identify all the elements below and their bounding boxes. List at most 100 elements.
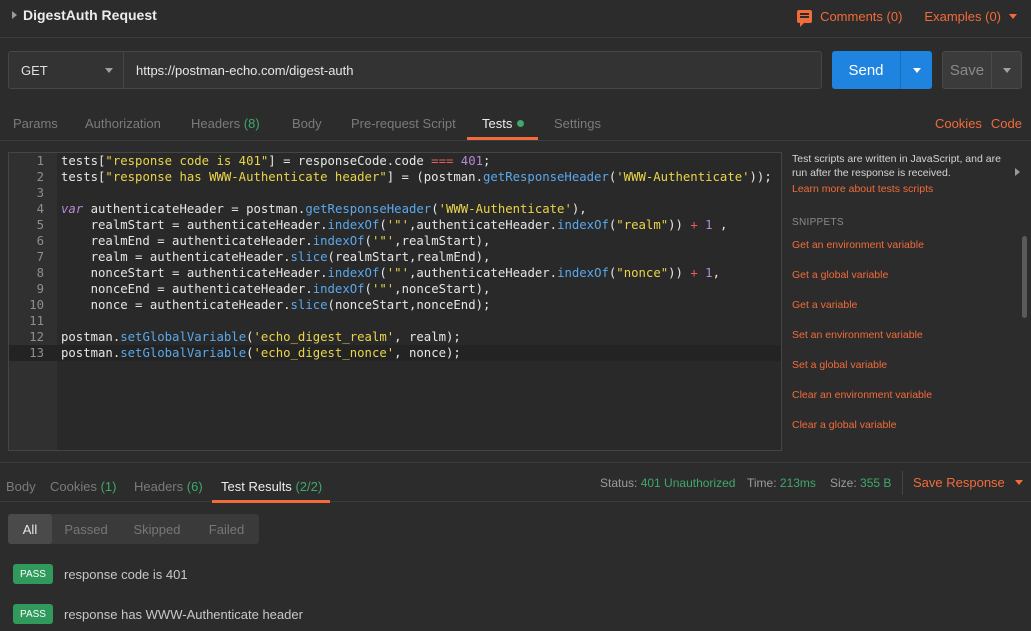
collapse-panel-icon[interactable] xyxy=(1015,168,1020,176)
code-link[interactable]: Code xyxy=(991,116,1022,131)
filter-failed[interactable]: Failed xyxy=(194,514,259,544)
tests-description: Test scripts are written in JavaScript, … xyxy=(792,153,1001,179)
line-number: 10 xyxy=(29,298,44,312)
test-script-editor[interactable]: 1 tests["response code is 401"] = respons… xyxy=(8,152,782,451)
response-tab-test-results-label: Test Results xyxy=(221,479,292,494)
tab-headers-count: (8) xyxy=(243,116,260,131)
method-select[interactable]: GET xyxy=(9,52,124,88)
snippet-item[interactable]: Get a global variable xyxy=(792,260,1028,290)
caret-right-icon xyxy=(12,11,17,19)
line-number: 8 xyxy=(36,266,44,280)
examples-label: Examples (0) xyxy=(924,9,1001,24)
code-line[interactable]: 10 nonce = authenticateHeader.slice(nonc… xyxy=(9,297,781,313)
save-options-button[interactable] xyxy=(991,52,1021,88)
comments-button[interactable]: Comments (0) xyxy=(797,9,902,27)
code-line[interactable]: 11 xyxy=(9,313,781,329)
response-tabs: Body Cookies (1) Headers (6) Test Result… xyxy=(0,462,1031,503)
code-line[interactable]: 2 tests["response has WWW-Authenticate he… xyxy=(9,169,781,185)
examples-dropdown[interactable]: Examples (0) xyxy=(924,9,1017,24)
code-line[interactable]: 9 nonceEnd = authenticateHeader.indexOf(… xyxy=(9,281,781,297)
line-number: 5 xyxy=(36,218,44,232)
time-readout: Time: 213ms xyxy=(747,476,816,490)
line-number: 2 xyxy=(36,170,44,184)
tab-headers[interactable]: Headers (8) xyxy=(191,116,260,131)
response-tab-test-results-count: (2/2) xyxy=(295,479,323,494)
snippet-item[interactable]: Clear a global variable xyxy=(792,410,1028,440)
code-line[interactable]: 7 realm = authenticateHeader.slice(realm… xyxy=(9,249,781,265)
line-number: 13 xyxy=(29,346,44,360)
url-input[interactable] xyxy=(124,52,821,88)
request-title-bar: DigestAuth Request Comments (0) Examples… xyxy=(0,0,1031,38)
filter-all[interactable]: All xyxy=(8,514,52,544)
code-line[interactable]: 4 var authenticateHeader = postman.getRes… xyxy=(9,201,781,217)
code-line[interactable]: 6 realmEnd = authenticateHeader.indexOf(… xyxy=(9,233,781,249)
status-dot-icon xyxy=(517,120,525,127)
cookies-link[interactable]: Cookies xyxy=(935,116,982,131)
comment-icon xyxy=(797,10,813,27)
response-tab-headers-count: (6) xyxy=(186,479,203,494)
snippet-item[interactable]: Get an environment variable xyxy=(792,230,1028,260)
code-line[interactable]: 13 postman.setGlobalVariable('echo_digest… xyxy=(9,345,781,361)
chevron-down-icon xyxy=(1009,14,1017,19)
request-title-label: DigestAuth Request xyxy=(23,7,157,23)
tab-headers-label: Headers xyxy=(191,116,241,131)
snippet-item[interactable]: Clear an environment variable xyxy=(792,380,1028,410)
code-text: nonceEnd = authenticateHeader.indexOf('"… xyxy=(61,282,491,296)
status-value: 401 Unauthorized xyxy=(640,476,736,490)
url-bar: GET xyxy=(8,51,822,89)
tab-params-label: Params xyxy=(13,116,58,131)
send-button[interactable]: Send xyxy=(832,51,932,89)
tab-params[interactable]: Params xyxy=(13,116,58,131)
send-options-button[interactable] xyxy=(900,51,932,89)
code-line[interactable]: 8 nonceStart = authenticateHeader.indexO… xyxy=(9,265,781,281)
snippets-panel: Test scripts are written in JavaScript, … xyxy=(792,152,1028,451)
test-results-filter: All Passed Skipped Failed xyxy=(8,514,259,544)
snippet-item[interactable]: Get a variable xyxy=(792,290,1028,320)
save-button[interactable]: Save xyxy=(942,51,1022,89)
tab-tests[interactable]: Tests xyxy=(482,116,525,131)
response-tab-body[interactable]: Body xyxy=(6,479,36,494)
line-number: 3 xyxy=(36,186,44,200)
filter-passed[interactable]: Passed xyxy=(52,514,120,544)
line-number: 6 xyxy=(36,234,44,248)
pass-badge: PASS xyxy=(13,564,53,584)
line-number: 7 xyxy=(36,250,44,264)
test-result-row: PASS response code is 401 xyxy=(13,564,188,584)
snippets-scrollbar[interactable] xyxy=(1022,236,1027,318)
response-tab-cookies-label: Cookies xyxy=(50,479,97,494)
tab-body[interactable]: Body xyxy=(292,116,322,131)
line-number: 12 xyxy=(29,330,44,344)
tab-settings-label: Settings xyxy=(554,116,601,131)
divider xyxy=(902,471,903,495)
status-label: Status: xyxy=(600,476,638,490)
pass-badge: PASS xyxy=(13,604,53,624)
code-line[interactable]: 5 realmStart = authenticateHeader.indexO… xyxy=(9,217,781,233)
line-number: 11 xyxy=(29,314,44,328)
chevron-down-icon xyxy=(105,67,113,73)
response-tab-headers[interactable]: Headers (6) xyxy=(134,479,203,494)
code-line[interactable]: 12 postman.setGlobalVariable('echo_digest… xyxy=(9,329,781,345)
filter-skipped[interactable]: Skipped xyxy=(120,514,194,544)
response-tab-test-results[interactable]: Test Results (2/2) xyxy=(221,479,322,494)
code-text: tests["response code is 401"] = response… xyxy=(61,154,491,168)
tab-prerequest-label: Pre-request Script xyxy=(351,116,456,131)
save-response-button[interactable]: Save Response xyxy=(913,475,1023,490)
tab-tests-label: Tests xyxy=(482,116,513,131)
tab-settings[interactable]: Settings xyxy=(554,116,601,131)
snippet-item[interactable]: Set an environment variable xyxy=(792,320,1028,350)
test-result-text: response has WWW-Authenticate header xyxy=(64,606,303,622)
code-line[interactable]: 3 xyxy=(9,185,781,201)
tab-prerequest-script[interactable]: Pre-request Script xyxy=(351,116,456,131)
snippet-item[interactable]: Set a global variable xyxy=(792,350,1028,380)
test-result-text: response code is 401 xyxy=(64,566,188,582)
line-number: 4 xyxy=(36,202,44,216)
learn-more-link[interactable]: Learn more about tests scripts xyxy=(792,183,1028,195)
size-label: Size: xyxy=(830,476,857,490)
request-title[interactable]: DigestAuth Request xyxy=(12,7,157,23)
response-tab-cookies[interactable]: Cookies (1) xyxy=(50,479,116,494)
tab-authorization[interactable]: Authorization xyxy=(85,116,161,131)
code-text: nonceStart = authenticateHeader.indexOf(… xyxy=(61,266,720,280)
code-line[interactable]: 1 tests["response code is 401"] = respons… xyxy=(9,153,781,169)
active-response-tab-indicator xyxy=(212,500,330,503)
code-text: postman.setGlobalVariable('echo_digest_r… xyxy=(61,330,461,344)
